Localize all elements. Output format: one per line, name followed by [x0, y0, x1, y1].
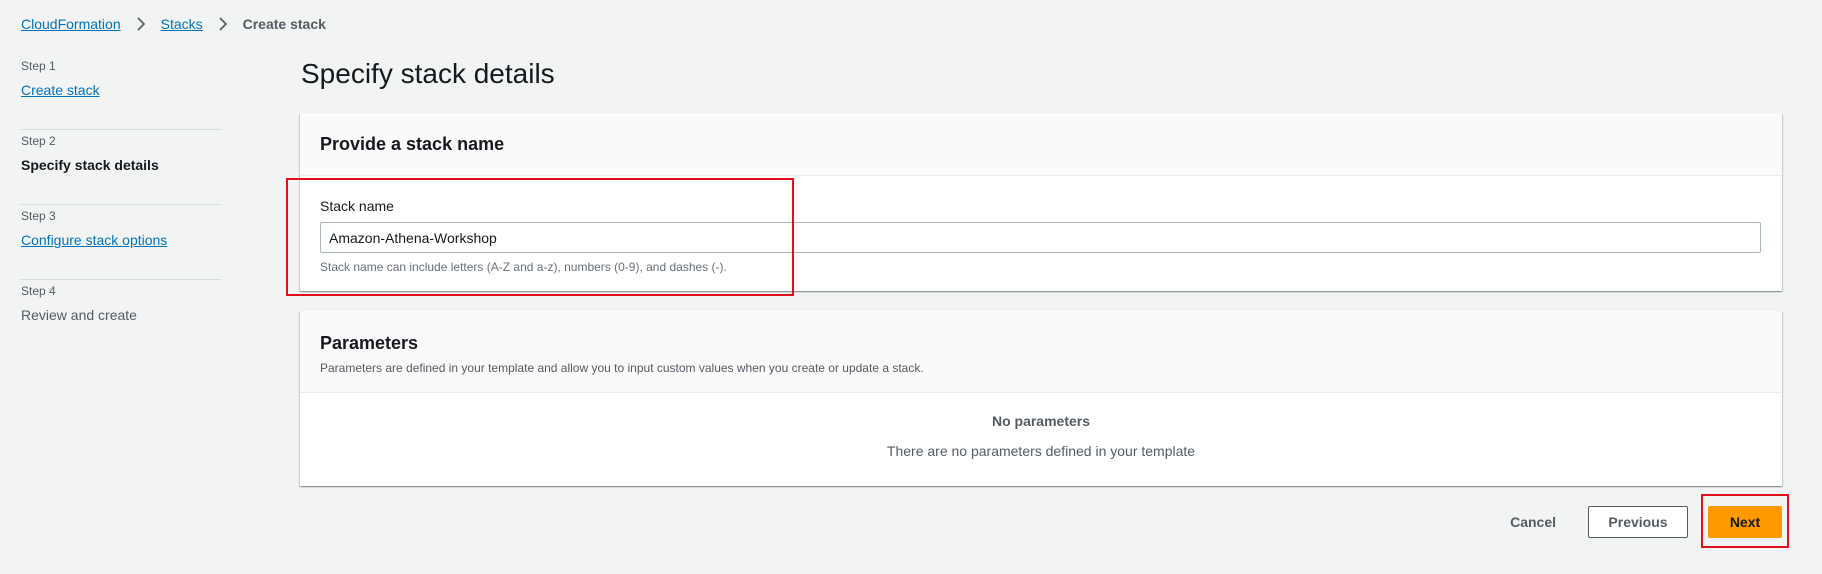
wizard-step-3: Step 3 Configure stack options: [21, 205, 221, 280]
wizard-step-4: Step 4 Review and create: [21, 280, 221, 355]
breadcrumb: CloudFormation Stacks Create stack: [21, 16, 326, 32]
panel-heading: Parameters: [320, 333, 419, 353]
page-title: Specify stack details: [301, 58, 555, 89]
step-number: Step 3: [21, 209, 56, 223]
parameters-empty-state: No parameters There are no parameters de…: [300, 393, 1782, 461]
step-current-title: Specify stack details: [21, 157, 159, 173]
stack-name-label: Stack name: [320, 198, 394, 214]
previous-button[interactable]: Previous: [1588, 506, 1688, 538]
chevron-right-icon: [134, 17, 148, 31]
wizard-actions: Cancel Previous Next: [1490, 506, 1782, 538]
wizard-step-2: Step 2 Specify stack details: [21, 130, 221, 205]
step-number: Step 4: [21, 284, 56, 298]
empty-state-title: No parameters: [991, 413, 1091, 429]
step-link-configure-options[interactable]: Configure stack options: [21, 230, 221, 250]
step-link-create-stack[interactable]: Create stack: [21, 80, 221, 100]
stack-name-panel: Provide a stack name Stack name Amazon-A…: [300, 113, 1782, 291]
next-button[interactable]: Next: [1708, 506, 1782, 538]
panel-description: Parameters are defined in your template …: [320, 361, 924, 375]
wizard-step-1: Step 1 Create stack: [21, 55, 221, 130]
wizard-steps: Step 1 Create stack Step 2 Specify stack…: [21, 55, 221, 355]
stack-name-hint: Stack name can include letters (A-Z and …: [320, 260, 727, 274]
stack-name-input[interactable]: Amazon-Athena-Workshop: [320, 222, 1761, 253]
panel-header: Parameters Parameters are defined in you…: [300, 311, 1782, 393]
step-review-title: Review and create: [21, 307, 137, 323]
cancel-button[interactable]: Cancel: [1490, 506, 1576, 538]
chevron-right-icon: [216, 17, 230, 31]
panel-header: Provide a stack name: [300, 113, 1782, 176]
breadcrumb-current: Create stack: [242, 16, 326, 32]
breadcrumb-stacks[interactable]: Stacks: [161, 16, 203, 32]
breadcrumb-cloudformation[interactable]: CloudFormation: [21, 16, 121, 32]
panel-heading: Provide a stack name: [320, 133, 505, 154]
step-number: Step 2: [21, 134, 56, 148]
empty-state-description: There are no parameters defined in your …: [886, 443, 1196, 459]
step-number: Step 1: [21, 59, 56, 73]
panel-body: Stack name Amazon-Athena-Workshop Stack …: [300, 176, 1782, 275]
parameters-panel: Parameters Parameters are defined in you…: [300, 311, 1782, 486]
